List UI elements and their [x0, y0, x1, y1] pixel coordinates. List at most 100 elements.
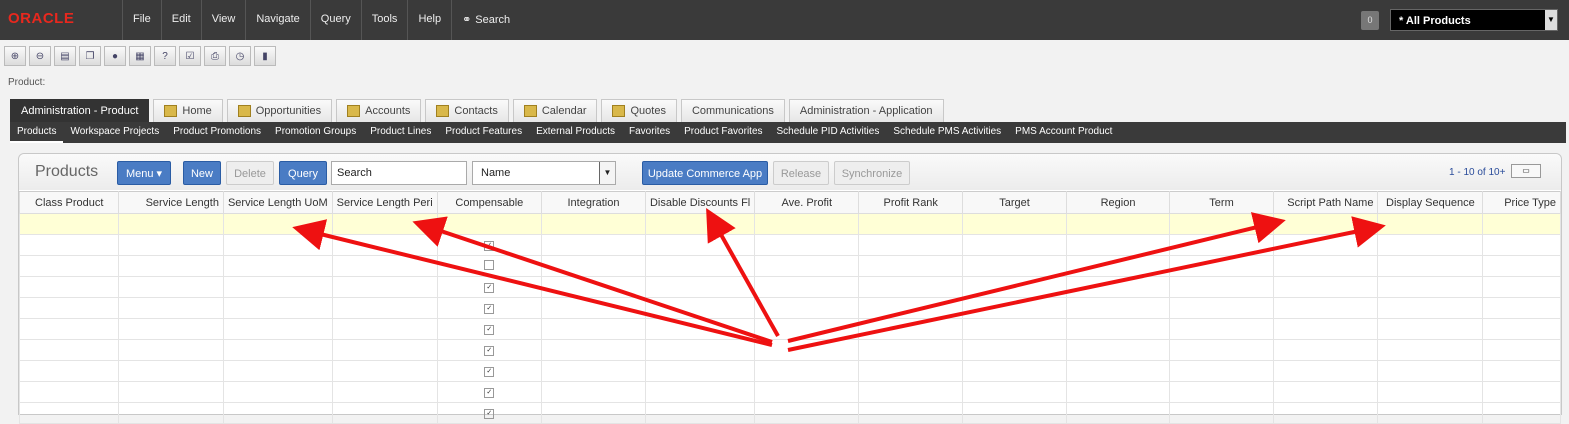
table-cell[interactable]: [18, 297, 120, 319]
view-tab-promotion-groups[interactable]: Promotion Groups: [268, 122, 363, 143]
table-cell[interactable]: [962, 276, 1067, 298]
table-cell[interactable]: [1482, 381, 1561, 403]
table-cell[interactable]: [1482, 234, 1561, 256]
menu-view[interactable]: View: [200, 0, 246, 40]
table-cell[interactable]: [754, 213, 860, 235]
compensable-checkbox[interactable]: ✓: [484, 241, 495, 251]
table-cell[interactable]: [18, 213, 120, 235]
table-cell[interactable]: [962, 297, 1067, 319]
delete-button[interactable]: Delete: [226, 161, 274, 185]
column-header[interactable]: Service Length Peri: [331, 191, 438, 214]
table-cell[interactable]: [1065, 318, 1171, 340]
column-header[interactable]: Compensable: [436, 191, 543, 214]
menu-query[interactable]: Query: [309, 0, 361, 40]
table-cell[interactable]: [1377, 255, 1484, 277]
table-cell[interactable]: [754, 360, 860, 382]
table-cell[interactable]: [541, 318, 646, 340]
query-button[interactable]: Query: [279, 161, 327, 185]
tab-contacts[interactable]: Contacts: [425, 99, 509, 122]
table-cell[interactable]: [118, 318, 224, 340]
synchronize-button[interactable]: Synchronize: [834, 161, 910, 185]
table-cell[interactable]: [541, 381, 646, 403]
column-header[interactable]: Disable Discounts Fl: [644, 191, 756, 214]
table-cell[interactable]: [1065, 360, 1171, 382]
table-cell[interactable]: [1482, 213, 1561, 235]
menu-navigate[interactable]: Navigate: [245, 0, 309, 40]
keyboard-icon[interactable]: ▦: [129, 46, 151, 66]
table-cell[interactable]: [754, 297, 860, 319]
table-cell[interactable]: [331, 360, 438, 382]
compensable-checkbox[interactable]: ✓: [484, 388, 495, 398]
table-cell[interactable]: [1272, 255, 1379, 277]
table-row[interactable]: [18, 213, 1561, 235]
table-cell[interactable]: [118, 339, 224, 361]
table-cell[interactable]: [1272, 234, 1379, 256]
column-header[interactable]: Script Path Name: [1272, 191, 1379, 214]
table-cell[interactable]: [754, 234, 860, 256]
table-cell[interactable]: [1065, 339, 1171, 361]
update-commerce-app-button[interactable]: Update Commerce App: [642, 161, 768, 185]
table-cell[interactable]: [1169, 276, 1274, 298]
table-cell[interactable]: [1377, 276, 1484, 298]
table-cell[interactable]: [118, 213, 224, 235]
table-cell[interactable]: [331, 234, 438, 256]
table-cell[interactable]: [644, 381, 756, 403]
table-cell[interactable]: [1377, 381, 1484, 403]
table-cell[interactable]: [754, 381, 860, 403]
table-cell[interactable]: [1482, 318, 1561, 340]
table-cell[interactable]: [1482, 360, 1561, 382]
table-cell[interactable]: [118, 381, 224, 403]
view-tab-schedule-pms[interactable]: Schedule PMS Activities: [886, 122, 1008, 143]
table-cell[interactable]: [858, 234, 964, 256]
table-cell[interactable]: [436, 213, 543, 235]
table-cell[interactable]: [18, 276, 120, 298]
table-cell[interactable]: [858, 276, 964, 298]
table-cell[interactable]: [18, 339, 120, 361]
table-cell[interactable]: [222, 360, 333, 382]
view-tab-products[interactable]: Products: [10, 122, 64, 143]
table-cell[interactable]: [644, 276, 756, 298]
chevron-down-icon[interactable]: ▼: [1545, 10, 1557, 30]
table-cell[interactable]: [541, 360, 646, 382]
table-cell[interactable]: [18, 318, 120, 340]
table-cell[interactable]: [1169, 255, 1274, 277]
table-cell[interactable]: [1065, 234, 1171, 256]
table-cell[interactable]: [222, 234, 333, 256]
release-button[interactable]: Release: [773, 161, 829, 185]
table-cell[interactable]: [644, 339, 756, 361]
zoom-in-icon[interactable]: ⊕: [4, 46, 26, 66]
table-cell[interactable]: [962, 360, 1067, 382]
view-tab-pms-account-product[interactable]: PMS Account Product: [1008, 122, 1119, 143]
table-cell[interactable]: [1169, 234, 1274, 256]
table-cell[interactable]: [754, 318, 860, 340]
table-cell[interactable]: [1065, 381, 1171, 403]
table-row[interactable]: ✓: [18, 297, 1561, 319]
table-cell[interactable]: [222, 381, 333, 403]
table-cell[interactable]: [858, 318, 964, 340]
menu-file[interactable]: File: [122, 0, 161, 40]
table-cell[interactable]: [222, 318, 333, 340]
table-cell[interactable]: [1377, 297, 1484, 319]
table-cell[interactable]: [18, 381, 120, 403]
chart-icon[interactable]: ▮: [254, 46, 276, 66]
table-cell[interactable]: [222, 339, 333, 361]
zoom-out-icon[interactable]: ⊖: [29, 46, 51, 66]
table-cell[interactable]: [1377, 318, 1484, 340]
column-header[interactable]: Service Length: [118, 191, 224, 214]
table-cell[interactable]: [1169, 297, 1274, 319]
compensable-checkbox[interactable]: ✓: [484, 325, 495, 335]
table-cell[interactable]: [1065, 213, 1171, 235]
table-cell[interactable]: [644, 234, 756, 256]
menu-edit[interactable]: Edit: [160, 0, 201, 40]
column-header[interactable]: Class Product: [18, 191, 120, 214]
column-header[interactable]: Price Type: [1482, 191, 1561, 214]
table-cell[interactable]: [644, 360, 756, 382]
table-cell[interactable]: [18, 234, 120, 256]
menu-button[interactable]: Menu ▾: [117, 161, 171, 185]
table-cell[interactable]: [1377, 234, 1484, 256]
table-row[interactable]: ✓: [18, 276, 1561, 298]
table-cell[interactable]: [436, 255, 543, 277]
table-cell[interactable]: [1065, 255, 1171, 277]
table-row[interactable]: ✓: [18, 339, 1561, 361]
table-cell[interactable]: [1482, 297, 1561, 319]
